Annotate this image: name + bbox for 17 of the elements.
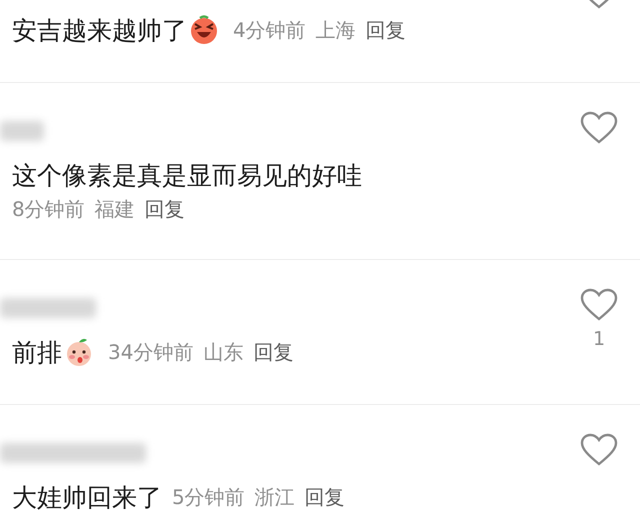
comment-location: 福建 — [94, 196, 135, 222]
comment-text: 前排 — [12, 336, 62, 368]
comment-text: 这个像素是真是显而易见的好哇 — [12, 160, 362, 192]
comment-time: 5分钟前 — [172, 484, 245, 510]
comment-location: 上海 — [316, 16, 356, 44]
comment-location: 山东 — [203, 338, 244, 366]
reply-link[interactable]: 回复 — [304, 484, 345, 510]
reply-link[interactable]: 回复 — [366, 16, 406, 44]
comment-text: 安吉越来越帅了 — [12, 14, 187, 46]
like-count: 1 — [592, 328, 606, 350]
reply-link[interactable]: 回复 — [144, 196, 185, 222]
comment-location: 浙江 — [254, 484, 295, 510]
comment-text: 大娃帅回来了 — [12, 482, 162, 511]
comment-time: 8分钟前 — [12, 196, 85, 222]
reply-link[interactable]: 回复 — [253, 338, 294, 366]
comment-time: 4分钟前 — [233, 16, 306, 44]
comment-time: 34分钟前 — [108, 338, 194, 366]
